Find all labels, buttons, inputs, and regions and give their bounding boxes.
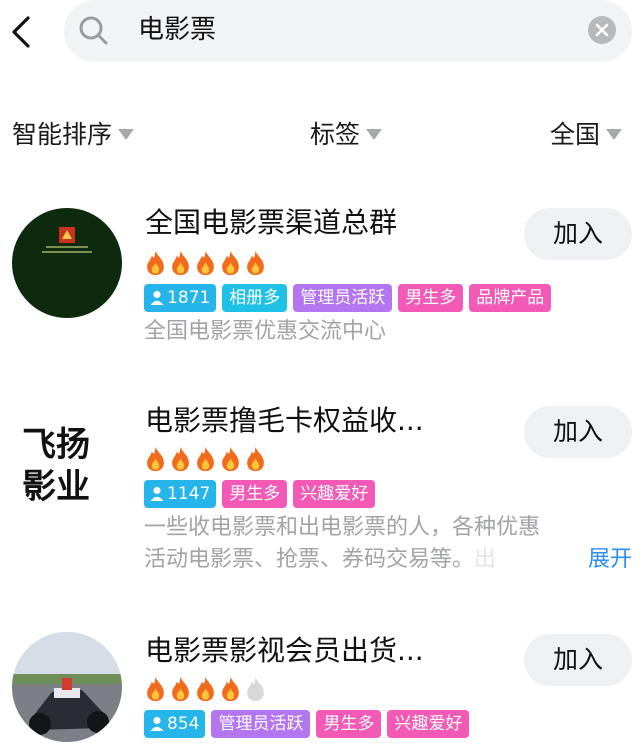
tag-badge: 男生多	[222, 480, 288, 508]
group-title: 全国电影票渠道总群	[145, 206, 398, 239]
group-avatar	[12, 208, 122, 318]
member-count-tag: 854	[144, 710, 206, 738]
search-input[interactable]: 电影票	[138, 12, 216, 48]
top-bar: 电影票	[0, 0, 640, 64]
avatar-text: 飞扬 影业	[22, 424, 90, 508]
dropdown-triangle-icon	[118, 128, 135, 140]
person-icon	[150, 290, 164, 305]
group-tags: 1871 相册多 管理员活跃 男生多 品牌产品	[144, 284, 552, 312]
flame-icon	[172, 250, 189, 276]
flame-icon	[222, 446, 239, 472]
member-count: 854	[167, 714, 200, 734]
flame-icon	[147, 676, 164, 702]
flame-icon	[222, 250, 239, 276]
tag-badge: 管理员活跃	[293, 284, 393, 312]
join-button[interactable]: 加入	[524, 406, 632, 458]
group-list-item[interactable]: 全国电影票渠道总群 加入 1871 相册多 管理员活跃 男生多 品牌产品 全国电…	[0, 200, 640, 360]
tag-badge: 品牌产品	[469, 284, 552, 312]
description-line: 活动电影票、抢票、券码交易等。出 展开	[144, 544, 634, 576]
member-count: 1147	[167, 484, 211, 504]
flame-icon	[147, 250, 164, 276]
sort-filter[interactable]: 智能排序	[12, 118, 135, 152]
description-line: 一些收电影票和出电影票的人，各种优惠	[144, 515, 541, 540]
group-avatar	[12, 632, 122, 742]
group-description: 一些收电影票和出电影票的人，各种优惠 活动电影票、抢票、券码交易等。出 展开	[144, 512, 634, 576]
activity-rating	[144, 446, 267, 472]
group-avatar: 飞扬 影业	[12, 404, 122, 514]
dropdown-triangle-icon	[606, 128, 623, 140]
activity-rating	[144, 676, 267, 702]
region-filter-label: 全国	[550, 120, 601, 149]
tag-badge: 相册多	[222, 284, 288, 312]
tag-badge: 男生多	[398, 284, 464, 312]
flame-icon	[197, 676, 214, 702]
dropdown-triangle-icon	[366, 128, 383, 140]
join-button[interactable]: 加入	[524, 634, 632, 686]
filter-bar: 智能排序 标签 全国	[0, 110, 640, 162]
search-icon	[78, 15, 110, 47]
activity-rating	[144, 250, 267, 276]
expand-link[interactable]: 展开	[588, 544, 632, 576]
flame-icon	[172, 676, 189, 702]
tag-filter-label: 标签	[310, 120, 361, 149]
description-fade-text: 出	[474, 547, 497, 572]
member-count-tag: 1871	[144, 284, 217, 312]
flame-icon	[197, 446, 214, 472]
member-count: 1871	[167, 288, 211, 308]
group-tags: 854 管理员活跃 男生多 兴趣爱好	[144, 710, 470, 738]
flame-icon	[222, 676, 239, 702]
flame-icon	[247, 250, 264, 276]
tag-filter[interactable]: 标签	[310, 118, 383, 152]
flame-icon	[172, 446, 189, 472]
member-count-tag: 1147	[144, 480, 217, 508]
search-bar[interactable]: 电影票	[64, 0, 632, 62]
group-tags: 1147 男生多 兴趣爱好	[144, 480, 376, 508]
back-icon[interactable]	[8, 14, 36, 50]
flame-icon	[147, 446, 164, 472]
group-description: 全国电影票优惠交流中心	[144, 319, 387, 344]
group-title: 电影票撸毛卡权益收...	[145, 404, 424, 437]
tag-badge: 管理员活跃	[211, 710, 311, 738]
tag-badge: 兴趣爱好	[387, 710, 470, 738]
flame-empty-icon	[247, 676, 264, 702]
clear-search-icon[interactable]	[588, 16, 616, 44]
person-icon	[150, 716, 164, 731]
avatar-text-line: 影业	[22, 467, 90, 507]
person-icon	[150, 486, 164, 501]
region-filter[interactable]: 全国	[550, 118, 623, 152]
sort-filter-label: 智能排序	[12, 120, 113, 149]
join-button[interactable]: 加入	[524, 208, 632, 260]
tag-badge: 男生多	[316, 710, 382, 738]
avatar-text-line: 飞扬	[22, 425, 90, 465]
description-text: 活动电影票、抢票、券码交易等。	[144, 547, 475, 572]
group-list-item[interactable]: 电影票影视会员出货... 加入 854 管理员活跃 男生多 兴趣爱好	[0, 624, 640, 755]
tag-badge: 兴趣爱好	[293, 480, 376, 508]
group-list-item[interactable]: 飞扬 影业 电影票撸毛卡权益收... 加入 1147 男生多 兴趣爱好 一些收电…	[0, 396, 640, 586]
flame-icon	[197, 250, 214, 276]
group-title: 电影票影视会员出货...	[145, 634, 424, 667]
flame-icon	[247, 446, 264, 472]
